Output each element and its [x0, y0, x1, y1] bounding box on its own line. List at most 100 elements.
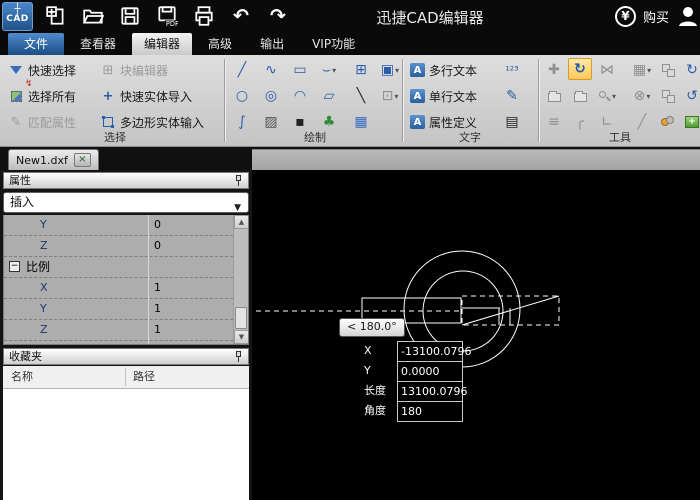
align-icon[interactable]: ↺: [680, 85, 700, 107]
menu-editor[interactable]: 编辑器: [132, 33, 192, 55]
revision-icon[interactable]: ▱: [317, 85, 341, 107]
select-all-icon: [8, 88, 24, 104]
property-row[interactable]: Y 1: [4, 299, 248, 320]
cad-drawing: [252, 170, 700, 500]
boundary-icon[interactable]: ▣▾: [378, 59, 402, 81]
quick-entity-import-icon: +: [100, 88, 116, 104]
print-button[interactable]: [192, 4, 216, 28]
properties-grid: Y 0 Z 0 − 比例 X 1 Y 1 Z 1: [3, 215, 249, 345]
buy-button[interactable]: 购买: [643, 7, 669, 26]
drawing-canvas[interactable]: < 180.0° X -13100.0796 Y 0.0000 长度 13100…: [252, 170, 700, 500]
attribute-define-icon: A: [410, 115, 425, 129]
pin-icon[interactable]: [234, 351, 243, 362]
property-row[interactable]: X 1: [4, 278, 248, 299]
undo-icon: ↶: [233, 5, 249, 27]
polyline-icon[interactable]: ⌣▾: [317, 59, 341, 81]
quick-select-icon: ↯: [8, 62, 24, 78]
group-divider: [402, 59, 403, 142]
column-path[interactable]: 路径: [133, 366, 155, 388]
properties-panel-header: 属性: [3, 172, 249, 189]
titlebar: ┼ CAD PDF ↶ ↷ 迅捷CAD编辑器 ¥ 购买: [0, 0, 700, 33]
wipeout-icon[interactable]: ╲: [349, 85, 373, 107]
canvas-top-strip: [252, 149, 700, 170]
copy-icon: [656, 59, 680, 81]
pin-icon[interactable]: [234, 175, 243, 186]
app-logo-icon[interactable]: ┼ CAD: [2, 2, 33, 31]
property-group-row[interactable]: − 比例: [4, 257, 248, 278]
draw-group-label: 绘制: [270, 129, 360, 145]
scrollbar-thumb[interactable]: [235, 307, 247, 329]
polygon-entity-input-icon: [100, 114, 116, 130]
properties-scrollbar[interactable]: ▲ ▼: [233, 215, 248, 344]
mtext-icon: A: [410, 63, 425, 77]
save-as-pdf-button[interactable]: PDF: [155, 4, 179, 28]
menu-viewer[interactable]: 查看器: [68, 33, 128, 55]
menu-output[interactable]: 输出: [248, 33, 296, 55]
single-line-text-button[interactable]: A 单行文本: [410, 85, 477, 107]
inner-circle[interactable]: [423, 271, 503, 351]
favorites-list[interactable]: [3, 389, 249, 500]
window-title: 迅捷CAD编辑器: [376, 7, 483, 28]
account-icon[interactable]: [676, 4, 700, 28]
quick-entity-import-button[interactable]: + 快速实体导入: [100, 85, 192, 107]
angle-tooltip: < 180.0°: [339, 318, 405, 337]
match-properties-button: ✎ 匹配属性: [8, 111, 76, 133]
tools-group-label: 工具: [580, 129, 660, 145]
edit-text-icon[interactable]: ✎: [500, 85, 524, 107]
menu-advanced[interactable]: 高级: [196, 33, 244, 55]
svg-text:PDF: PDF: [166, 20, 178, 27]
scale-icon: ▾: [595, 85, 619, 107]
property-row[interactable]: Z 0: [4, 236, 248, 257]
menu-file[interactable]: 文件: [8, 33, 64, 55]
rectangle-icon[interactable]: ▭: [288, 59, 312, 81]
favorites-panel-header: 收藏夹: [3, 348, 249, 365]
block-editor-button: ⊞ 块编辑器: [100, 59, 168, 81]
crosshair-icon: ┼: [3, 5, 32, 14]
save-button[interactable]: [118, 4, 142, 28]
open-file-button[interactable]: [81, 4, 105, 28]
currency-icon[interactable]: ¥: [615, 6, 636, 27]
region-icon: ⊡▾: [378, 85, 402, 107]
group-divider: [538, 59, 539, 142]
circle-icon[interactable]: ○: [230, 85, 254, 107]
mtext-button[interactable]: A 多行文本: [410, 59, 477, 81]
scroll-up-icon[interactable]: ▲: [234, 215, 249, 229]
tab-close-icon[interactable]: ×: [74, 153, 91, 167]
group-divider: [224, 59, 225, 142]
undo-button[interactable]: ↶: [229, 4, 253, 28]
column-divider[interactable]: [125, 368, 126, 386]
explode-icon: ⊗▾: [630, 85, 654, 107]
ribbon: ↯ 快速选择 选择所有 ✎ 匹配属性 ⊞ 块编辑器 + 快速实体导入 多边形实体…: [0, 55, 700, 147]
scroll-down-icon[interactable]: ▼: [234, 330, 249, 344]
rotate-reference-icon[interactable]: ↻: [680, 59, 700, 81]
tab-new1-dxf[interactable]: New1.dxf ×: [8, 149, 99, 170]
text-group-label: 文字: [425, 129, 515, 145]
redo-button[interactable]: ↷: [266, 4, 290, 28]
rotate-icon[interactable]: ↻: [568, 58, 592, 80]
paste-icon: [542, 85, 566, 107]
menu-vip[interactable]: VIP功能: [300, 33, 367, 55]
menubar: 文件 查看器 编辑器 高级 输出 VIP功能: [0, 33, 700, 55]
spline-icon[interactable]: ∫: [230, 111, 254, 133]
line-icon[interactable]: ╱: [230, 59, 254, 81]
document-tabbar: New1.dxf ×: [0, 147, 700, 170]
collapse-icon[interactable]: −: [9, 261, 20, 272]
field-icon[interactable]: ¹²³: [500, 59, 524, 81]
entity-type-dropdown[interactable]: 插入 ▼: [3, 192, 249, 213]
new-file-button[interactable]: [44, 4, 68, 28]
ellipse-icon[interactable]: ◎: [259, 85, 283, 107]
column-name[interactable]: 名称: [11, 366, 33, 388]
property-row[interactable]: Z 1: [4, 320, 248, 341]
add-table-icon[interactable]: +: [680, 111, 700, 133]
arc-icon[interactable]: ◠: [288, 85, 312, 107]
mirror-icon: ⋈: [595, 59, 619, 81]
single-line-text-icon: A: [410, 89, 425, 103]
select-group-label: 选择: [70, 129, 160, 145]
insert-block-icon[interactable]: ⊞: [349, 59, 373, 81]
property-row[interactable]: Y 0: [4, 215, 248, 236]
freehand-icon[interactable]: ∿: [259, 59, 283, 81]
select-all-button[interactable]: 选择所有: [8, 85, 76, 107]
app-window: ┼ CAD PDF ↶ ↷ 迅捷CAD编辑器 ¥ 购买: [0, 0, 700, 500]
quick-select-button[interactable]: ↯ 快速选择: [8, 59, 76, 81]
offset-icon: ≡: [542, 111, 566, 133]
